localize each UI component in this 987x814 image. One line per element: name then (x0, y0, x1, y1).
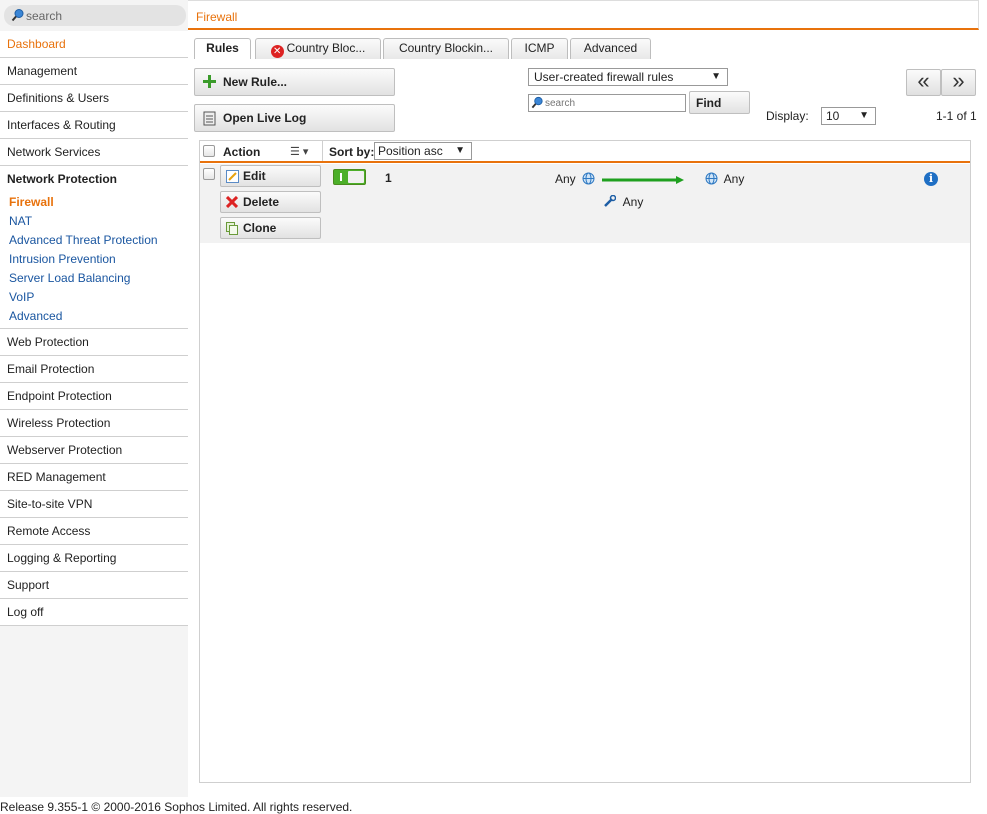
menu-network-services[interactable]: Network Services (0, 139, 188, 166)
menu-site-to-site-vpn[interactable]: Site-to-site VPN (0, 491, 188, 518)
edit-label: Edit (243, 169, 266, 183)
log-icon (203, 111, 217, 129)
main-content: Firewall Rules ✕ Country Bloc... Country … (188, 0, 980, 797)
row-checkbox[interactable] (203, 168, 215, 180)
action-column-header: Action (223, 145, 261, 159)
clone-icon (226, 222, 238, 238)
menu-logging-reporting[interactable]: Logging & Reporting (0, 545, 188, 572)
service-label: Any (622, 195, 644, 209)
open-live-log-button[interactable]: Open Live Log (194, 104, 395, 132)
destination-label: Any (723, 172, 745, 186)
traffic-arrow-icon (602, 176, 684, 184)
menu-webserver-protection[interactable]: Webserver Protection (0, 437, 188, 464)
globe-icon (582, 172, 595, 185)
tab-country-blocking-exceptions[interactable]: Country Blockin... (383, 38, 509, 59)
rule-enabled-toggle[interactable] (333, 169, 366, 185)
clone-label: Clone (243, 221, 277, 235)
find-label: Find (696, 96, 722, 110)
menu-management[interactable]: Management (0, 58, 188, 85)
rule-list-panel: Action ☰ ▾ Sort by: Position asc ▼ Edit (199, 140, 971, 783)
tab-country-blocking[interactable]: ✕ Country Bloc... (255, 38, 381, 59)
delete-button[interactable]: Delete (220, 191, 321, 213)
dropdown-caret-icon: ▼ (455, 145, 465, 156)
menu-dashboard[interactable]: Dashboard (0, 31, 188, 58)
menu-web-protection[interactable]: Web Protection (0, 329, 188, 356)
page-header: Firewall (188, 0, 979, 30)
rule-source[interactable]: Any (555, 172, 595, 186)
menu-log-off[interactable]: Log off (0, 599, 188, 626)
search-icon (11, 8, 25, 25)
new-rule-button[interactable]: New Rule... (194, 68, 395, 96)
tab-icmp[interactable]: ICMP (511, 38, 568, 59)
toggle-on-mark (340, 173, 342, 181)
menu-network-protection[interactable]: Network Protection (0, 166, 188, 193)
tab-rules[interactable]: Rules (194, 38, 251, 59)
clone-button[interactable]: Clone (220, 217, 321, 239)
rule-position: 1 (385, 171, 392, 185)
sort-value: Position asc (378, 144, 443, 158)
open-live-log-label: Open Live Log (223, 111, 307, 125)
rule-service[interactable]: Any (603, 194, 644, 209)
menu-endpoint-protection[interactable]: Endpoint Protection (0, 383, 188, 410)
source-label: Any (555, 172, 576, 186)
menu-support[interactable]: Support (0, 572, 188, 599)
select-all-checkbox[interactable] (203, 145, 215, 157)
rule-filter-select[interactable]: User-created firewall rules ▼ (528, 68, 728, 86)
search-input[interactable] (26, 7, 176, 24)
list-header: Action ☰ ▾ Sort by: Position asc ▼ (200, 141, 970, 163)
submenu-firewall[interactable]: Firewall (0, 193, 188, 212)
page-title: Firewall (196, 10, 238, 24)
sort-select[interactable]: Position asc ▼ (374, 142, 472, 160)
column-options-icon[interactable]: ☰ ▾ (290, 145, 308, 158)
sort-label: Sort by: (329, 145, 375, 159)
list-search-input[interactable] (545, 96, 683, 110)
header-divider (322, 141, 323, 161)
globe-icon (705, 172, 718, 185)
submenu-voip[interactable]: VoIP (0, 288, 188, 307)
table-row: Edit Delete Clone 1 Any Any Any i (200, 164, 970, 243)
pager-previous-button[interactable]: « (906, 69, 941, 96)
submenu-server-load-balancing[interactable]: Server Load Balancing (0, 269, 188, 288)
submenu-advanced[interactable]: Advanced (0, 307, 188, 326)
main-menu: Dashboard Management Definitions & Users… (0, 31, 188, 626)
toggle-knob (348, 171, 364, 183)
delete-label: Delete (243, 195, 280, 209)
footer: Release 9.355-1 © 2000-2016 Sophos Limit… (0, 800, 353, 814)
submenu-nat[interactable]: NAT (0, 212, 188, 231)
network-protection-submenu: Firewall NAT Advanced Threat Protection … (0, 193, 188, 329)
menu-red-management[interactable]: RED Management (0, 464, 188, 491)
sidebar-search (4, 5, 186, 26)
dropdown-caret-icon: ▼ (859, 110, 869, 121)
menu-remote-access[interactable]: Remote Access (0, 518, 188, 545)
rule-filter-value: User-created firewall rules (534, 70, 674, 84)
delete-icon (225, 195, 239, 211)
plus-icon (203, 75, 216, 91)
pager-range: 1-1 of 1 (936, 109, 977, 123)
menu-wireless-protection[interactable]: Wireless Protection (0, 410, 188, 437)
list-search (528, 94, 686, 112)
error-icon: ✕ (270, 45, 284, 58)
display-count-select[interactable]: 10 ▼ (821, 107, 876, 125)
search-icon (531, 96, 544, 112)
edit-button[interactable]: Edit (220, 165, 321, 187)
submenu-advanced-threat-protection[interactable]: Advanced Threat Protection (0, 231, 188, 250)
edit-icon (226, 170, 239, 186)
menu-email-protection[interactable]: Email Protection (0, 356, 188, 383)
tab-label: Country Bloc... (286, 41, 366, 55)
menu-interfaces-routing[interactable]: Interfaces & Routing (0, 112, 188, 139)
new-rule-label: New Rule... (223, 75, 288, 89)
tab-advanced[interactable]: Advanced (570, 38, 651, 59)
rule-destination[interactable]: Any (705, 172, 744, 186)
display-count-value: 10 (826, 109, 840, 123)
display-label: Display: (766, 109, 809, 123)
menu-definitions-users[interactable]: Definitions & Users (0, 85, 188, 112)
pager-next-button[interactable]: » (941, 69, 976, 96)
submenu-intrusion-prevention[interactable]: Intrusion Prevention (0, 250, 188, 269)
info-icon[interactable]: i (924, 172, 938, 186)
sidebar: Dashboard Management Definitions & Users… (0, 0, 188, 797)
dropdown-caret-icon: ▼ (711, 71, 721, 82)
find-button[interactable]: Find (689, 91, 750, 114)
wrench-icon (604, 194, 617, 207)
